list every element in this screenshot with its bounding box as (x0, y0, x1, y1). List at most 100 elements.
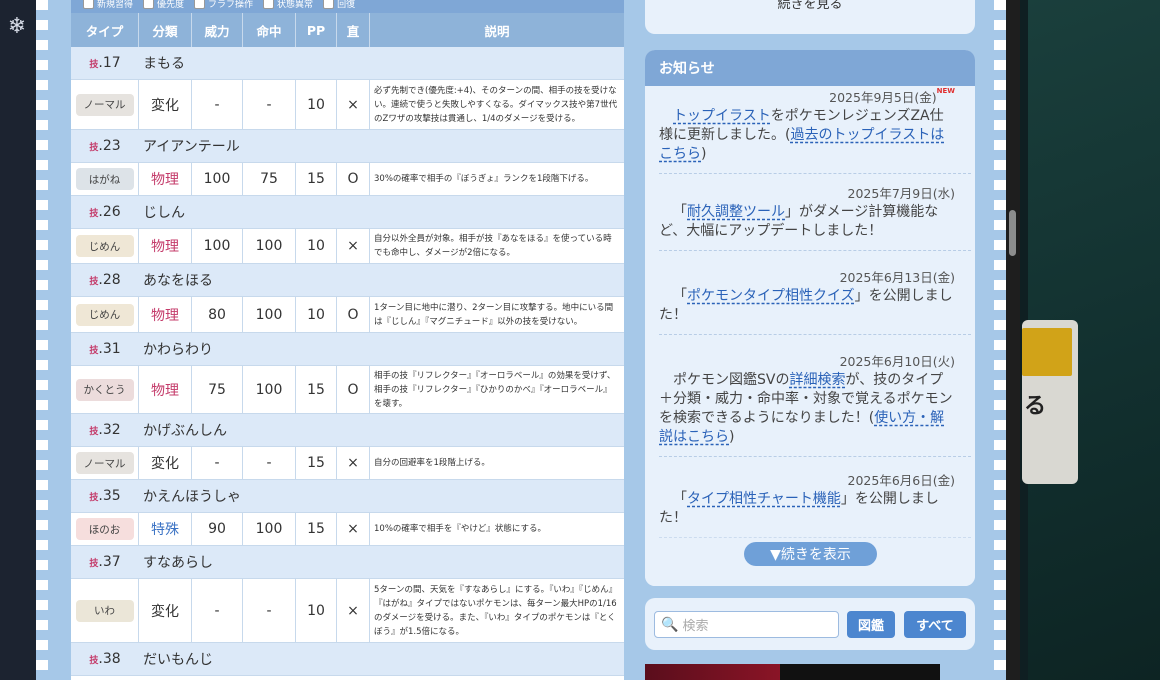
table-header: タイプ 分類 威力 命中 PP 直 説明 (71, 13, 624, 47)
move-name[interactable]: かげぶんしん (139, 420, 227, 440)
news-text-part: 「 (673, 491, 687, 507)
news-item: 2025年7月9日(水) 「耐久調整ツール」がダメージ計算機能など、大幅にアップデ… (659, 183, 971, 251)
filter-checkbox[interactable]: 回復 (323, 0, 355, 10)
move-name[interactable]: まもる (139, 53, 185, 73)
move-name[interactable]: じしん (139, 202, 185, 222)
type-badge[interactable]: かくとう (75, 378, 134, 401)
tm-number: 技.37 (71, 554, 139, 570)
type-cell: じめん (71, 229, 139, 263)
tm-number: 技.32 (71, 422, 139, 438)
type-badge[interactable]: ノーマル (75, 452, 134, 474)
checkbox[interactable] (83, 0, 94, 9)
news-link[interactable]: 詳細検索 (789, 372, 845, 388)
header-type[interactable]: タイプ (71, 13, 139, 47)
category-cell: 物理 (139, 297, 192, 332)
type-badge[interactable]: いわ (75, 599, 134, 622)
thumbnail-image[interactable] (645, 664, 780, 680)
type-badge[interactable]: ほのお (75, 518, 134, 540)
news-text-part: ) (701, 146, 707, 162)
description-cell: 必ず先制でき(優先度:+4)、そのターンの間、相手の技を受けない。連続で使うと失… (374, 85, 618, 124)
scrollbar[interactable] (1006, 0, 1020, 680)
header-power[interactable]: 威力 (192, 13, 243, 47)
news-link[interactable]: タイプ相性チャート機能 (687, 491, 841, 507)
header-direct[interactable]: 直 (337, 13, 370, 47)
background-card-text: る (1024, 394, 1047, 419)
all-button[interactable]: すべて (904, 611, 966, 638)
news-indent (659, 204, 673, 220)
checkbox[interactable] (143, 0, 155, 9)
news-date: 2025年7月9日(水) (659, 183, 971, 203)
search-input[interactable]: 🔍 検索 (654, 611, 839, 638)
type-cell: はがね (71, 163, 139, 195)
header-category[interactable]: 分類 (139, 13, 192, 47)
tm-value: .37 (98, 554, 121, 570)
snowflake-icon: ❄ (7, 14, 27, 39)
scrollbar-thumb[interactable] (1009, 210, 1016, 256)
accuracy-cell: 100 (243, 513, 296, 545)
zukan-button[interactable]: 図鑑 (847, 611, 895, 638)
table-row: かくとう 物理 75 100 15 O 相手の技『リフレクター』『オーロラベール』の効果を受… (71, 366, 624, 414)
pp-cell: 10 (296, 579, 337, 642)
table-row: ノーマル 変化 - -15 × 自分の回避率を1段階上げる。 (71, 447, 624, 480)
news-item: 2025年9月5日(金)NEW トップイラストをポケモンレジェンズZA仕様に更新し… (659, 87, 971, 174)
news-link[interactable]: ポケモンタイプ相性クイズ (687, 288, 855, 304)
direct-cell: × (337, 513, 370, 545)
tm-number: 技.31 (71, 341, 139, 357)
direct-cell: × (337, 579, 370, 642)
news-link[interactable]: 耐久調整ツール (687, 204, 785, 220)
checkbox[interactable] (194, 0, 206, 9)
filter-checkbox[interactable]: 状態異常 (263, 0, 313, 10)
power-cell: - (192, 579, 243, 642)
move-name[interactable]: だいもんじ (139, 649, 213, 669)
type-cell: ノーマル (71, 80, 139, 129)
pp-cell: 10 (296, 229, 337, 263)
news-date-text: 2025年7月9日(水) (847, 186, 955, 201)
direct-cell: × (337, 80, 370, 129)
news-text: トップイラストをポケモンレジェンズZA仕様に更新しました。(過去のトップイラスト… (659, 107, 971, 173)
move-name[interactable]: アイアンテール (139, 136, 240, 156)
show-more-button[interactable]: ▼続きを表示 (744, 542, 877, 566)
news-item: 2025年6月13日(金) 「ポケモンタイプ相性クイズ」を公開しました！ (659, 267, 971, 335)
new-badge-icon: NEW (936, 87, 955, 95)
direct-cell: × (337, 229, 370, 263)
power-cell: 75 (192, 366, 243, 413)
power-cell: 100 (192, 229, 243, 263)
move-name-row: 技.35 かえんほうしゃ (71, 480, 624, 513)
accuracy-cell: 100 (243, 229, 296, 263)
news-date: 2025年9月5日(金)NEW (659, 87, 971, 107)
direct-cell: O (337, 163, 370, 195)
filter-checkbox[interactable]: 新規習得 (83, 0, 133, 10)
read-more-link[interactable]: 続きを見る (645, 0, 975, 12)
news-item: 2025年6月10日(火) ポケモン図鑑SVの詳細検索が、技のタイプ＋分類・威力・… (659, 351, 971, 457)
type-badge[interactable]: じめん (75, 235, 134, 257)
tm-value: .32 (98, 422, 121, 438)
description-cell: 自分の回避率を1段階上げる。 (374, 458, 490, 468)
checkbox[interactable] (263, 0, 275, 9)
pp-cell: 10 (296, 80, 337, 129)
tm-value: .17 (98, 55, 121, 71)
power-cell: - (192, 447, 243, 479)
power-cell: 80 (192, 297, 243, 332)
move-name[interactable]: すなあらし (139, 552, 213, 572)
type-badge[interactable]: ノーマル (75, 93, 134, 116)
category-cell: 物理 (139, 366, 192, 413)
filter-checkbox[interactable]: 優先度 (143, 0, 184, 10)
table-row: はがね 物理 100 75 15 O 30%の確率で相手の『ぼうぎょ』ランクを1段階下げる。 (71, 163, 624, 196)
tm-number: 技.38 (71, 651, 139, 667)
power-cell: - (192, 80, 243, 129)
category-cell: 物理 (139, 163, 192, 195)
move-name[interactable]: かえんほうしゃ (139, 486, 241, 506)
checkbox[interactable] (323, 0, 335, 9)
table-row: じめん 物理 80 100 10 O 1ターン目に地中に潜り、2ターン目に攻撃する。地中にい… (71, 297, 624, 333)
type-badge[interactable]: はがね (75, 168, 134, 190)
type-badge[interactable]: じめん (75, 303, 134, 326)
header-pp[interactable]: PP (296, 13, 337, 47)
filter-checkbox[interactable]: フラフ操作 (194, 0, 253, 10)
header-accuracy[interactable]: 命中 (243, 13, 296, 47)
move-name[interactable]: あなをほる (139, 270, 213, 290)
move-name[interactable]: かわらわり (139, 339, 213, 359)
news-text-part: ポケモン図鑑SVの (673, 372, 790, 388)
power-cell: 100 (192, 163, 243, 195)
move-name-row: 技.26 じしん (71, 196, 624, 229)
news-link[interactable]: トップイラスト (673, 108, 771, 124)
